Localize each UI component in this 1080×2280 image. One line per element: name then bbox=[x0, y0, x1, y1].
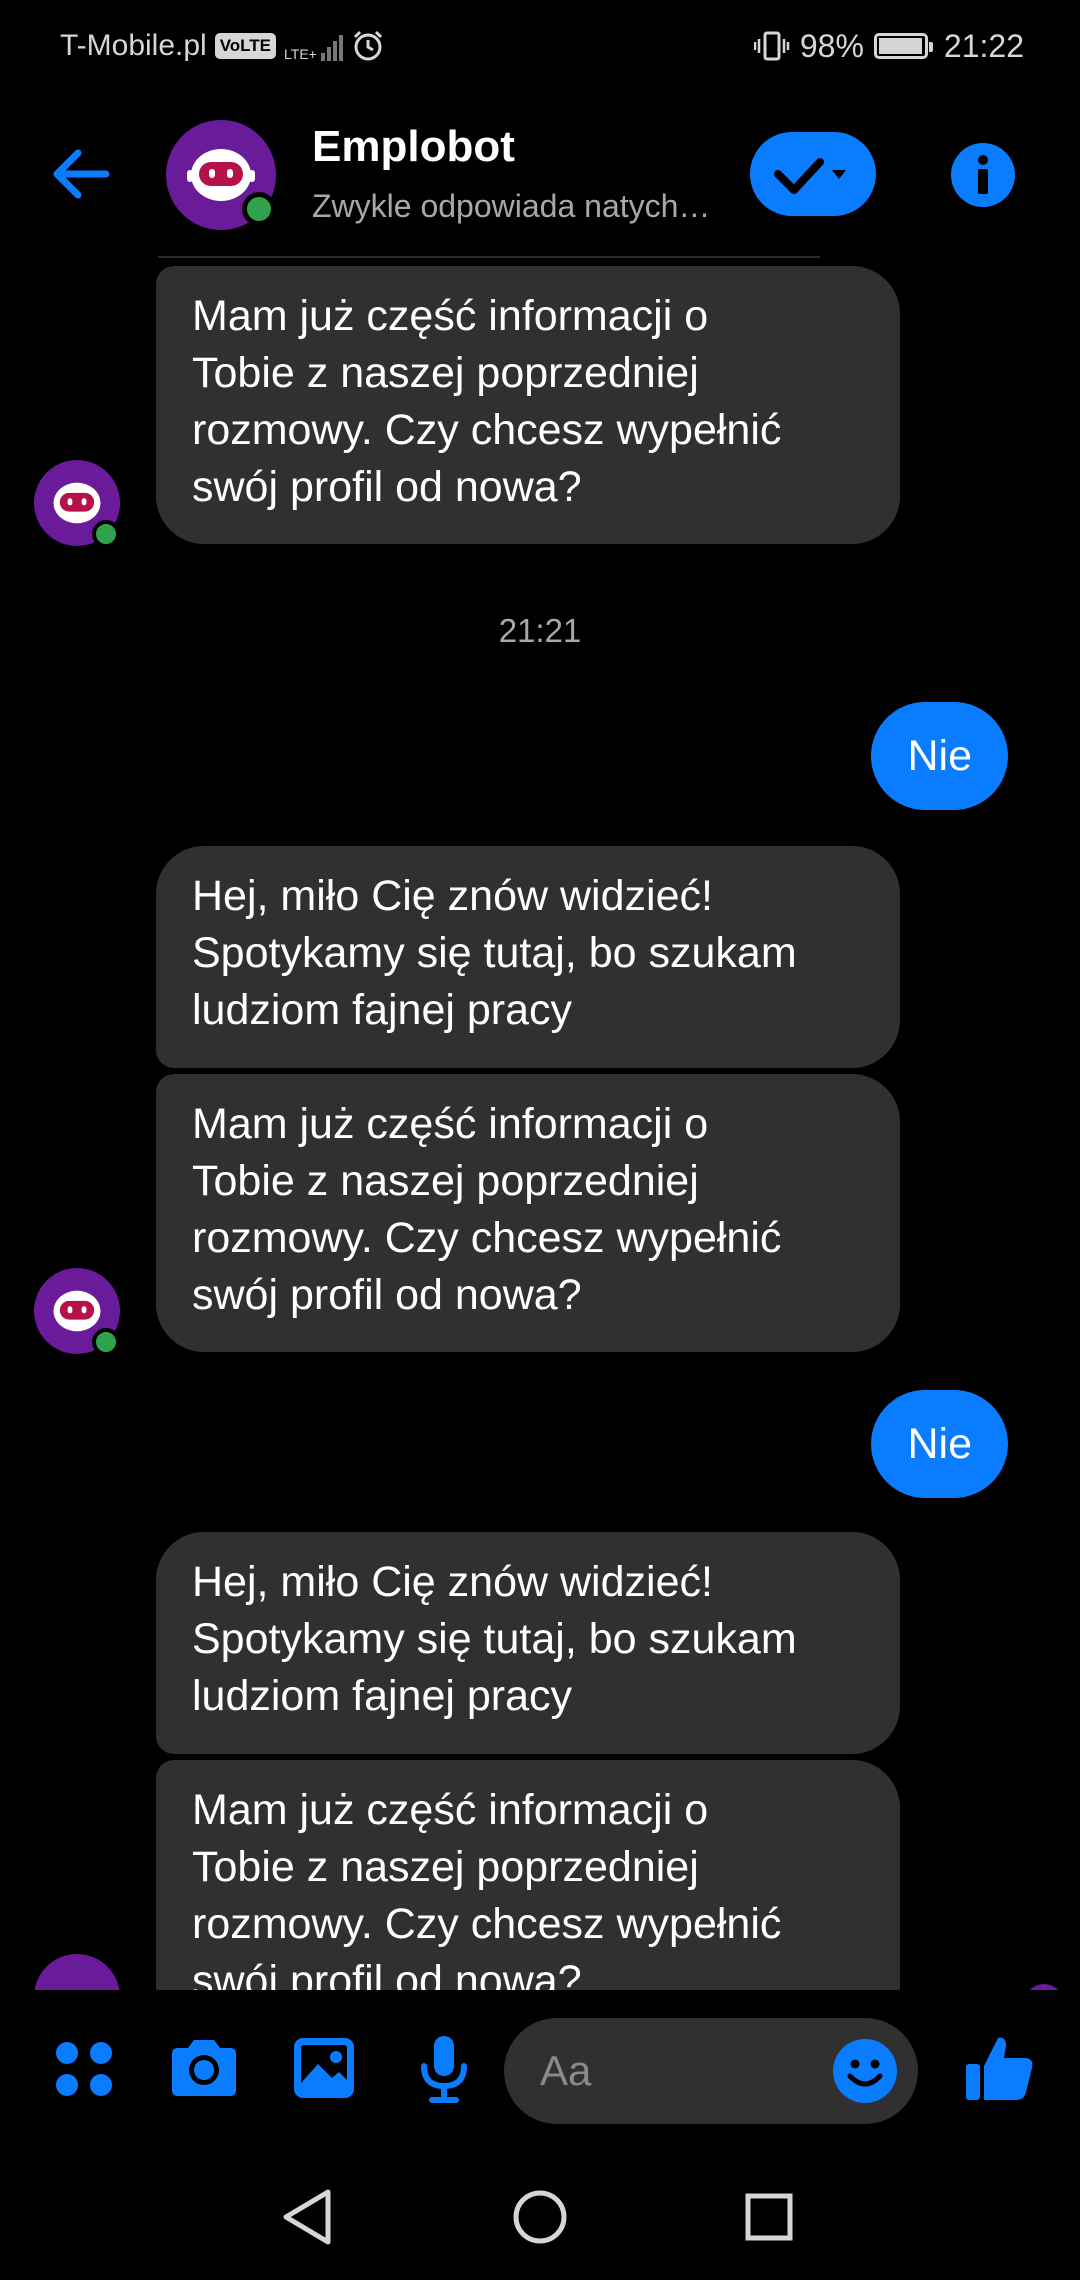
battery-icon bbox=[873, 33, 933, 59]
status-bar: T-Mobile.pl VoLTE LTE+ 98% 21:22 bbox=[0, 0, 1080, 92]
bot-message[interactable]: Mam już część informacji o Tobie z nasze… bbox=[156, 266, 900, 544]
header-divider bbox=[158, 256, 820, 258]
gallery-icon[interactable] bbox=[284, 2028, 364, 2108]
conversation-header: Emplobot Zwykle odpowiada natychmiast bbox=[0, 92, 1080, 260]
clock: 21:22 bbox=[943, 27, 1024, 64]
my-message[interactable]: Nie bbox=[871, 702, 1008, 810]
online-indicator bbox=[92, 1328, 120, 1356]
vibrate-icon bbox=[753, 31, 790, 61]
message-input[interactable]: Aa bbox=[504, 2018, 918, 2124]
online-indicator bbox=[92, 520, 120, 548]
back-arrow-icon[interactable] bbox=[44, 136, 120, 212]
bot-message[interactable]: Mam już część informacji o Tobie z nasze… bbox=[156, 1074, 900, 1352]
online-indicator bbox=[242, 192, 276, 226]
camera-icon[interactable] bbox=[164, 2028, 244, 2108]
message-list[interactable]: Mam już część informacji o Tobie z nasze… bbox=[0, 260, 1080, 1990]
nav-back-icon[interactable] bbox=[276, 2184, 342, 2250]
bot-avatar bbox=[34, 1954, 120, 1990]
nav-recents-icon[interactable] bbox=[736, 2184, 802, 2250]
message-timestamp: 21:21 bbox=[498, 612, 582, 649]
bot-message[interactable]: Hej, miło Cię znów widzieć! Spotykamy si… bbox=[156, 846, 900, 1068]
mark-done-button[interactable] bbox=[750, 132, 876, 216]
bot-message[interactable]: Hej, miło Cię znów widzieć! Spotykamy si… bbox=[156, 1532, 900, 1754]
status-bar-right: 98% 21:22 bbox=[753, 24, 1024, 68]
check-icon bbox=[774, 158, 846, 194]
info-icon[interactable] bbox=[950, 142, 1016, 208]
alarm-icon bbox=[353, 30, 382, 61]
system-nav-bar bbox=[0, 2154, 1080, 2280]
my-message[interactable]: Nie bbox=[871, 1390, 1008, 1498]
battery-percent: 98% bbox=[799, 27, 864, 64]
volte-badge: VoLTE bbox=[214, 33, 277, 59]
conversation-subtitle: Zwykle odpowiada natychmiast bbox=[312, 188, 722, 224]
apps-icon[interactable] bbox=[44, 2028, 124, 2108]
bot-message[interactable]: Mam już część informacji o Tobie z nasze… bbox=[156, 1760, 900, 1990]
microphone-icon[interactable] bbox=[404, 2028, 484, 2108]
signal-icon: LTE+ bbox=[284, 31, 343, 61]
carrier-name: T-Mobile.pl bbox=[60, 29, 207, 62]
conversation-title[interactable]: Emplobot bbox=[312, 122, 515, 172]
status-bar-left: T-Mobile.pl VoLTE LTE+ bbox=[60, 24, 385, 68]
smiley-icon[interactable] bbox=[832, 2038, 898, 2104]
lte-label: LTE+ bbox=[284, 46, 317, 62]
nav-home-icon[interactable] bbox=[507, 2184, 573, 2250]
thumbs-up-icon[interactable] bbox=[960, 2028, 1040, 2108]
composer-bar: Aa bbox=[0, 1990, 1080, 2154]
message-input-placeholder: Aa bbox=[540, 2047, 592, 2094]
